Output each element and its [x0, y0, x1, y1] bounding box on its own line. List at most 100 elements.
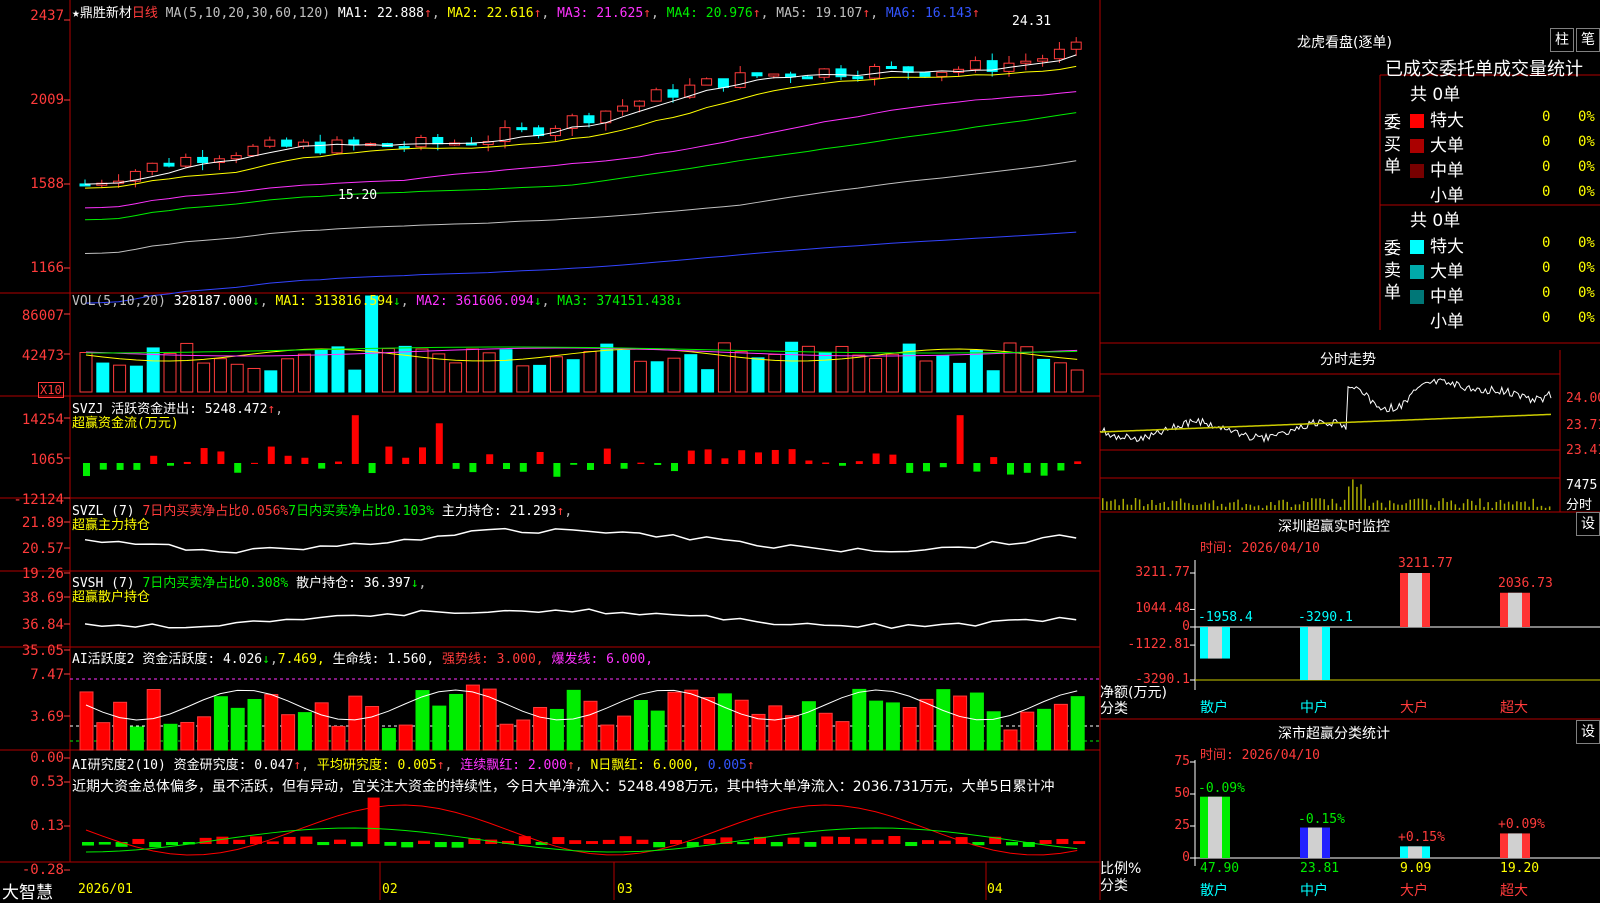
intraday-volume-bar — [1438, 501, 1440, 510]
sz-class-change: +0.15% — [1398, 830, 1445, 846]
candle — [852, 76, 864, 80]
candle — [331, 139, 343, 154]
volume-bar — [381, 348, 395, 393]
intraday-volume-bar — [1503, 503, 1506, 510]
sz-monitor-ylabel2: 分类 — [1100, 701, 1128, 717]
activity-bar — [213, 696, 228, 751]
intraday-volume-bar — [1200, 504, 1202, 510]
intraday-volume-bar — [1266, 505, 1268, 510]
intraday-volume-bar — [1282, 499, 1284, 510]
candle — [650, 89, 662, 102]
ai1-axis-label: 7.47 — [30, 667, 64, 683]
svzl-subtitle: 超赢主力持仓 — [72, 518, 151, 533]
activity-bar — [264, 694, 279, 751]
activity-bar — [465, 684, 480, 751]
activity-bar — [583, 700, 598, 751]
activity-bar — [986, 711, 1001, 751]
sell-row: 中单 — [1410, 282, 1464, 307]
intraday-axis-label: 23.41 — [1566, 443, 1600, 458]
sz-class-category: 超大 — [1500, 883, 1528, 899]
fund-flow-bar — [654, 463, 662, 465]
intraday-volume-bar — [1512, 504, 1514, 510]
buy-row: 中单 — [1410, 156, 1464, 181]
volume-bar — [281, 358, 295, 393]
intraday-volume-bar — [1196, 504, 1198, 510]
sz-monitor-tick: 3211.77 — [1135, 565, 1190, 580]
fund-flow-bar — [637, 462, 645, 464]
research-bar — [1056, 838, 1069, 844]
fund-flow-bar — [183, 461, 191, 464]
research-bar — [384, 842, 397, 846]
sz-monitor-category: 大户 — [1400, 700, 1428, 716]
intraday-volume-bar — [1499, 499, 1502, 510]
intraday-volume-bar — [1528, 506, 1530, 510]
color-swatch — [1410, 290, 1424, 304]
intraday-volume-bar — [1479, 498, 1481, 510]
intraday-volume-bar — [1130, 504, 1133, 510]
activity-bar — [785, 715, 800, 751]
activity-bar — [617, 715, 632, 751]
lhb-tabs[interactable]: 已成交委托单成交量统计 — [1385, 55, 1583, 81]
research-bar — [434, 842, 447, 848]
intraday-volume-bar — [1487, 502, 1489, 510]
row-label: 小单 — [1430, 312, 1464, 332]
sz-monitor-tick: -3290.1 — [1135, 672, 1190, 687]
vol-header: VOL(5,10,20) 328187.000↓, MA1: 313816.59… — [72, 294, 683, 309]
fund-flow-bar — [83, 463, 90, 477]
bar-mode-button[interactable]: 柱 — [1550, 28, 1574, 52]
research-bar — [602, 839, 615, 844]
row-label: 特大 — [1430, 237, 1464, 257]
color-swatch — [1410, 240, 1424, 254]
sz-class-bar-highlight — [1408, 846, 1422, 858]
sz-class-category: 散户 — [1200, 883, 1228, 899]
buy-row: 大单 — [1410, 131, 1464, 156]
date-label: 03 — [617, 882, 633, 897]
row-count: 0 — [1542, 285, 1551, 301]
fund-flow-bar — [755, 452, 762, 464]
ai2-comment: 近期大资金总体偏多，虽不活跃，但有异动，宜关注大资金的持续性，今日大单净流入：5… — [72, 779, 1055, 795]
sz-monitor-settings-button[interactable]: 设 — [1576, 512, 1600, 536]
volume-bar — [180, 342, 194, 393]
research-bar — [82, 842, 94, 846]
intraday-volume-bar — [1171, 500, 1174, 510]
candle — [801, 76, 813, 80]
tick-mode-button[interactable]: 笔 — [1576, 28, 1600, 52]
svzj-axis-label: 14254 — [21, 412, 64, 428]
sz-class-settings-button[interactable]: 设 — [1576, 720, 1600, 744]
volume-bar — [264, 370, 278, 393]
activity-bar — [96, 722, 111, 751]
fund-flow-bar — [906, 463, 914, 473]
sz-class-change: +0.09% — [1498, 817, 1545, 833]
intraday-vol-label: 7475 — [1566, 478, 1598, 493]
intraday-volume-bar — [1458, 507, 1461, 510]
intraday-volume-bar — [1389, 500, 1391, 510]
intraday-volume-bar — [1323, 499, 1325, 510]
volume-bar — [297, 353, 311, 393]
fund-flow-bar — [553, 463, 561, 477]
volume-bar — [163, 352, 177, 393]
ai1-axis-label: 0.00 — [30, 750, 64, 766]
intraday-volume-bar — [1532, 498, 1534, 510]
research-bar — [283, 836, 296, 844]
high-price-label: 24.31 — [1012, 14, 1052, 29]
fund-flow-bar — [1007, 463, 1014, 475]
volume-bar — [482, 352, 496, 393]
intraday-volume-bar — [1544, 507, 1547, 510]
sz-monitor-time: 时间: 2026/04/10 — [1200, 541, 1320, 556]
activity-bar — [415, 690, 430, 751]
ma2-line — [84, 65, 1077, 189]
fund-flow-bar — [469, 463, 477, 473]
candle — [415, 136, 427, 148]
sz-monitor-category: 超大 — [1500, 700, 1528, 716]
intraday-axis-label: 24.00 — [1566, 391, 1600, 406]
candle — [230, 155, 242, 160]
volume-bar — [986, 370, 1000, 393]
sz-class-tick: 25 — [1174, 818, 1190, 833]
intraday-volume-bar — [1536, 506, 1539, 510]
candle — [919, 71, 931, 77]
svsh-axis-label: 35.05 — [21, 643, 64, 659]
sz-class-bar-highlight — [1508, 833, 1522, 858]
intraday-volume-bar — [1372, 502, 1375, 510]
stock-name: ★鼎胜新材 — [72, 6, 132, 21]
fund-flow-bar — [687, 450, 695, 464]
